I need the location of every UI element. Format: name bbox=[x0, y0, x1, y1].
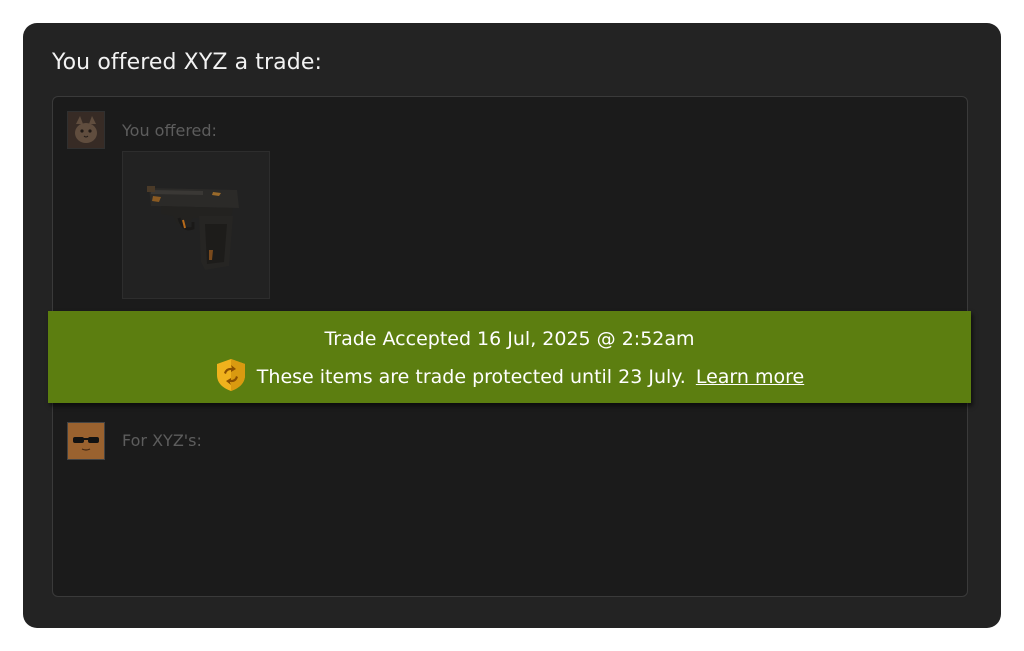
trade-status-text: Trade Accepted 16 Jul, 2025 @ 2:52am bbox=[324, 328, 695, 350]
offered-item-slot[interactable] bbox=[122, 151, 270, 299]
trade-protected-shield-icon bbox=[215, 358, 247, 392]
cat-avatar-icon bbox=[68, 112, 104, 148]
trade-accepted-banner: Trade Accepted 16 Jul, 2025 @ 2:52am The… bbox=[48, 311, 971, 403]
for-partner-label: For XYZ's: bbox=[122, 431, 202, 450]
partner-avatar[interactable] bbox=[67, 422, 105, 460]
trade-protection-row: These items are trade protected until 23… bbox=[48, 359, 971, 392]
my-avatar[interactable] bbox=[67, 111, 105, 149]
learn-more-link[interactable]: Learn more bbox=[696, 366, 804, 388]
you-offered-label: You offered: bbox=[122, 121, 217, 140]
trade-protection-text: These items are trade protected until 23… bbox=[256, 366, 686, 388]
sunglasses-avatar-icon bbox=[68, 423, 104, 459]
pistol-icon bbox=[147, 186, 239, 270]
page-title: You offered XYZ a trade: bbox=[52, 50, 322, 75]
